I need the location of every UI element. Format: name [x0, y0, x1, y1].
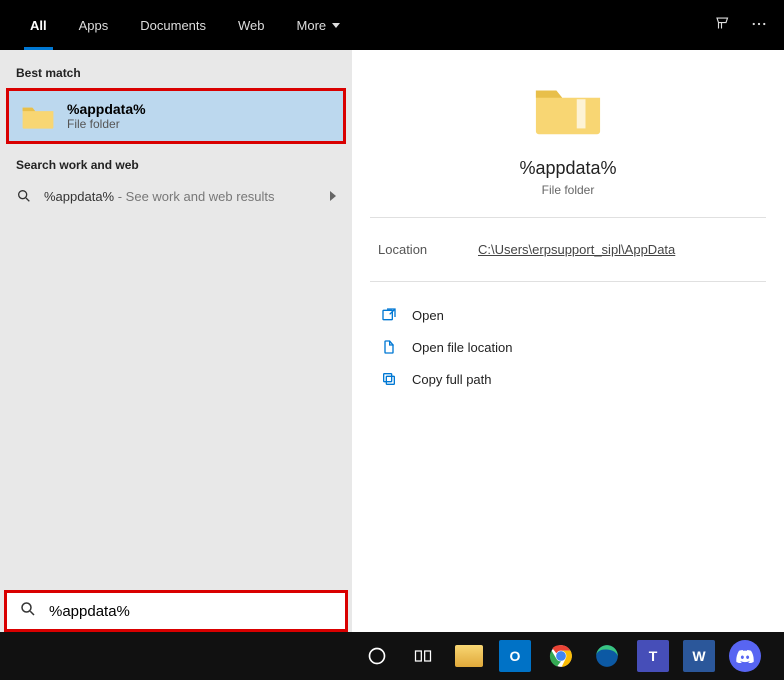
open-action[interactable]: Open	[378, 300, 758, 330]
location-label: Location	[378, 242, 478, 257]
location-link[interactable]: C:\Users\erpsupport_sipl\AppData	[478, 242, 675, 257]
preview-actions: Open Open file location Copy full path	[370, 282, 766, 412]
result-suffix: - See work and web results	[114, 189, 274, 204]
tab-label: Apps	[79, 18, 109, 33]
best-match-header: Best match	[0, 62, 352, 86]
open-location-action[interactable]: Open file location	[378, 332, 758, 362]
preview-header: %appdata% File folder	[370, 78, 766, 218]
action-label: Copy full path	[412, 372, 492, 387]
search-bar[interactable]	[4, 590, 348, 632]
result-query: %appdata%	[44, 189, 114, 204]
tab-more[interactable]: More	[283, 0, 355, 50]
cortana-icon[interactable]	[358, 637, 396, 675]
topbar-actions	[714, 15, 768, 36]
file-explorer-icon[interactable]	[450, 637, 488, 675]
file-location-icon	[380, 339, 398, 355]
tab-label: All	[30, 18, 47, 33]
search-icon	[19, 600, 37, 623]
best-match-title: %appdata%	[67, 101, 146, 117]
search-icon	[16, 188, 32, 204]
taskbar: O T W	[0, 632, 784, 680]
edge-icon[interactable]	[588, 637, 626, 675]
outlook-icon[interactable]: O	[496, 637, 534, 675]
preview-pane: %appdata% File folder Location C:\Users\…	[352, 50, 784, 632]
tab-label: Web	[238, 18, 265, 33]
open-icon	[380, 307, 398, 323]
folder-icon	[21, 102, 55, 130]
search-section-header: Search work and web	[0, 154, 352, 178]
folder-icon	[533, 78, 603, 138]
tab-web[interactable]: Web	[224, 0, 279, 50]
best-match-item[interactable]: %appdata% File folder	[6, 88, 346, 144]
copy-icon	[380, 371, 398, 387]
feedback-icon[interactable]	[714, 15, 732, 36]
tab-label: Documents	[140, 18, 206, 33]
search-input[interactable]	[47, 602, 333, 621]
results-pane: Best match %appdata% File folder Search …	[0, 50, 352, 632]
more-options-icon[interactable]	[750, 15, 768, 36]
preview-subtitle: File folder	[542, 183, 595, 197]
best-match-subtitle: File folder	[67, 117, 146, 131]
chevron-right-icon	[330, 191, 336, 201]
top-bar: All Apps Documents Web More	[0, 0, 784, 50]
teams-icon[interactable]: T	[634, 637, 672, 675]
tab-apps[interactable]: Apps	[65, 0, 123, 50]
main-content: Best match %appdata% File folder Search …	[0, 50, 784, 632]
action-label: Open	[412, 308, 444, 323]
web-search-result[interactable]: %appdata% - See work and web results	[0, 178, 352, 214]
copy-path-action[interactable]: Copy full path	[378, 364, 758, 394]
preview-title: %appdata%	[519, 158, 616, 179]
best-match-text: %appdata% File folder	[67, 101, 146, 131]
filter-tabs: All Apps Documents Web More	[16, 0, 714, 50]
chevron-down-icon	[332, 23, 340, 28]
location-row: Location C:\Users\erpsupport_sipl\AppDat…	[370, 218, 766, 282]
tab-documents[interactable]: Documents	[126, 0, 220, 50]
word-icon[interactable]: W	[680, 637, 718, 675]
tab-label: More	[297, 18, 327, 33]
chrome-icon[interactable]	[542, 637, 580, 675]
action-label: Open file location	[412, 340, 512, 355]
discord-icon[interactable]	[726, 637, 764, 675]
task-view-icon[interactable]	[404, 637, 442, 675]
tab-all[interactable]: All	[16, 0, 61, 50]
result-text: %appdata% - See work and web results	[44, 189, 318, 204]
